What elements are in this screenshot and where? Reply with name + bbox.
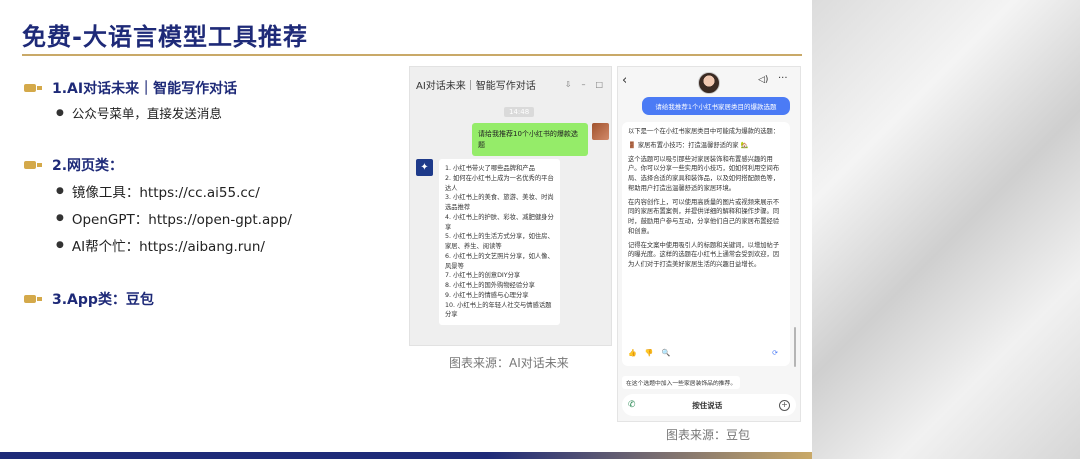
doubao-app-screenshot: ‹ ◁) ··· 请给我推荐1个小红书家居类目的爆款选题 以下是一个在小红书家居… <box>617 66 801 422</box>
speaker-icon[interactable]: ◁) <box>758 75 768 85</box>
user-avatar <box>592 123 609 140</box>
phone-icon[interactable]: ✆ <box>628 400 636 410</box>
app-top-bar: ‹ ◁) ··· <box>618 67 800 97</box>
ai-reply-bubble: 1. 小红书带火了哪些品牌和产品 2. 如何在小红书上成为一名优秀的平台达人 3… <box>439 159 560 325</box>
window-controls: ⇩ – □ <box>565 80 603 89</box>
maximize-icon[interactable]: □ <box>595 80 603 89</box>
answer-paragraph: 在内容创作上，可以使用高质量的图片或视频来展示不同的家居布置案例，并提供详细的解… <box>628 198 780 235</box>
bot-avatar <box>698 72 720 94</box>
reply-line: 6. 小红书上的文艺照片分享，如人像、风景等 <box>445 252 554 270</box>
slide-title: 免费-大语言模型工具推荐 <box>22 23 308 51</box>
reply-line: 5. 小红书上的生活方式分享，如住房、家居、养生、阅读等 <box>445 233 554 250</box>
right-figure-caption: 图表来源：豆包 <box>666 428 751 442</box>
bullet-item: ● OpenGPT：https://open-gpt.app/ <box>56 208 292 228</box>
bullet-item: ● AI帮个忙：https://aibang.run/ <box>56 235 265 255</box>
bullet-dot-icon: ● <box>56 107 64 118</box>
scrollbar[interactable] <box>794 327 796 367</box>
bullet-dot-icon: ● <box>56 186 64 196</box>
bot-answer-card: 以下是一个在小红书家居类目中可能成为爆款的选题： 🚪 家居布置小技巧：打造温馨舒… <box>622 122 790 366</box>
reply-line: 10. 小红书上的年轻人社交与情感话题分享 <box>445 301 552 319</box>
reply-line: 7. 小红书上的创意DIY分享 <box>445 272 521 280</box>
decorative-side-panel <box>812 0 1080 459</box>
answer-paragraph: 记得在文案中使用吸引人的标题和关键词，以增加帖子的曝光度。这样的选题在小红书上通… <box>628 241 780 269</box>
title-divider <box>22 54 802 56</box>
ai-chat-screenshot: AI对话未来｜智能写作对话 ⇩ – □ 14:48 请给我推荐10个小红书的爆款… <box>409 66 612 346</box>
section-label: 2.网页类： <box>52 158 124 174</box>
chat-header: AI对话未来｜智能写作对话 ⇩ – □ <box>410 67 611 101</box>
reply-line: 2. 如何在小红书上成为一名优秀的平台达人 <box>445 174 554 192</box>
section-label: 1.AI对话未来｜智能写作对话 <box>52 81 238 97</box>
bullet-dot-icon: ● <box>56 240 64 250</box>
pin-icon[interactable]: ⇩ <box>565 80 572 89</box>
bullet-text[interactable]: OpenGPT：https://open-gpt.app/ <box>72 208 292 228</box>
answer-paragraph: 🚪 家居布置小技巧：打造温馨舒适的家 🏡 <box>628 141 749 149</box>
section-marker-icon <box>24 83 44 93</box>
thumbs-down-icon[interactable]: 👎 <box>645 349 654 357</box>
bullet-dot-icon: ● <box>56 213 64 223</box>
refresh-icon[interactable]: ⟳ <box>772 349 778 357</box>
reply-line: 8. 小红书上的国外购物经验分享 <box>445 282 535 289</box>
bullet-text: 公众号菜单，直接发送消息 <box>71 106 222 121</box>
bottom-accent-bar <box>0 452 812 459</box>
section-marker-icon <box>24 160 44 170</box>
suggestion-chip[interactable]: 在这个选题中加入一些家居装饰品的推荐。 <box>622 376 741 389</box>
reply-line: 9. 小红书上的情感与心理分享 <box>445 291 529 299</box>
reply-line: 4. 小红书上的护肤、彩妆、减肥健身分享 <box>445 213 554 231</box>
more-icon[interactable]: ··· <box>778 73 788 84</box>
bullet-item: ● 公众号菜单，直接发送消息 <box>56 103 222 122</box>
answer-paragraph: 这个选题可以吸引那些对家居装饰和布置感兴趣的用户。你可以分享一些实用的小技巧，如… <box>628 155 780 192</box>
left-figure-caption: 图表来源：AI对话未来 <box>449 356 569 370</box>
answer-paragraph: 以下是一个在小红书家居类目中可能成为爆款的选题： <box>628 128 780 135</box>
message-timestamp: 14:48 <box>504 107 535 117</box>
thumbs-up-icon[interactable]: 👍 <box>628 349 637 357</box>
search-icon[interactable]: 🔍 <box>661 349 670 357</box>
reply-line: 3. 小红书上的美食、旅游、美妆、时尚选品推荐 <box>445 194 554 211</box>
ai-avatar-icon: ✦ <box>416 159 433 176</box>
chat-title: AI对话未来｜智能写作对话 <box>416 80 536 92</box>
minimize-icon[interactable]: – <box>581 80 585 89</box>
section-1-heading: 1.AI对话未来｜智能写作对话 <box>24 78 237 98</box>
bullet-item: ● 镜像工具：https://cc.ai55.cc/ <box>56 181 260 201</box>
plus-icon[interactable]: + <box>779 399 790 411</box>
user-question-bubble: 请给我推荐1个小红书家居类目的爆款选题 <box>642 97 790 115</box>
hold-to-talk-button[interactable]: 按住说话 <box>636 400 779 411</box>
voice-input-bar[interactable]: ✆ 按住说话 + <box>622 394 796 416</box>
reply-line: 1. 小红书带火了哪些品牌和产品 <box>445 165 535 172</box>
section-2-heading: 2.网页类： <box>24 155 123 175</box>
back-icon[interactable]: ‹ <box>622 73 627 88</box>
section-label: 3.App类：豆包 <box>52 292 154 308</box>
bullet-text[interactable]: AI帮个忙：https://aibang.run/ <box>72 235 265 255</box>
section-3-heading: 3.App类：豆包 <box>24 289 154 309</box>
section-marker-icon <box>24 294 44 304</box>
user-message-bubble: 请给我推荐10个小红书的爆款选题 <box>472 123 588 156</box>
answer-actions: 👍 👎 🔍 ⟳ <box>628 349 778 357</box>
bullet-text[interactable]: 镜像工具：https://cc.ai55.cc/ <box>72 181 260 201</box>
